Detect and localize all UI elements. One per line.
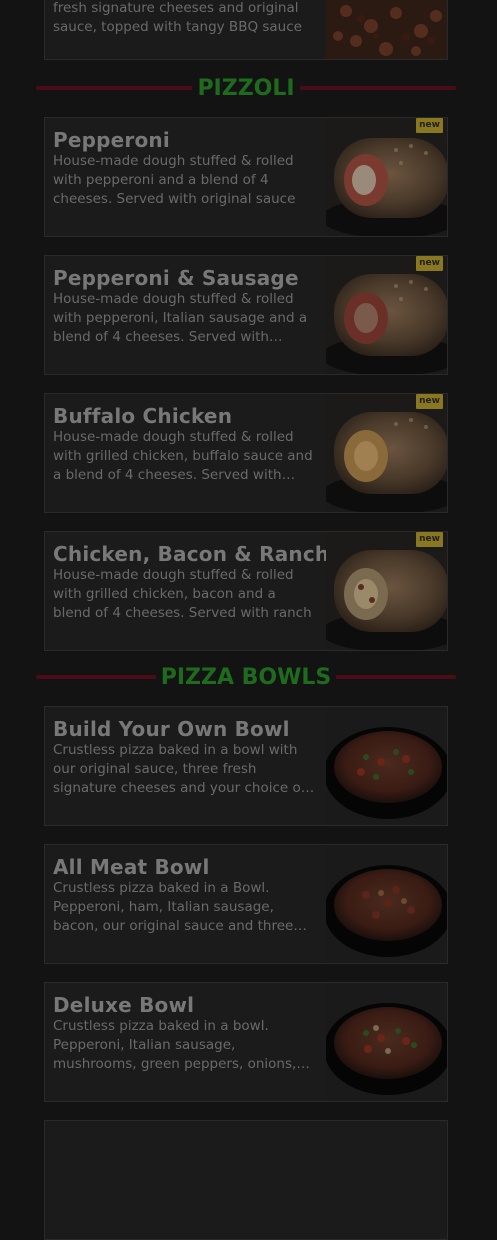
menu-item-card[interactable] xyxy=(44,1120,448,1240)
menu-item-title: Buffalo Chicken xyxy=(53,404,233,428)
menu-item-card[interactable]: Build Your Own Bowl Crustless pizza bake… xyxy=(44,706,448,826)
menu-item-description: fresh signature cheeses and original sau… xyxy=(53,0,302,35)
menu-item-title: Chicken, Bacon & Ranch xyxy=(53,542,330,566)
section-title: PIZZOLI xyxy=(192,76,300,101)
menu-item-image xyxy=(326,983,447,1101)
menu-item-title: All Meat Bowl xyxy=(53,855,210,879)
section-heading-pizzoli: PIZZOLI xyxy=(36,76,456,102)
menu-item-image xyxy=(326,394,447,512)
menu-item-card[interactable]: Pepperoni House-made dough stuffed & rol… xyxy=(44,117,448,237)
menu-item-description: House-made dough stuffed & rolled with g… xyxy=(53,567,312,621)
menu-item-image xyxy=(326,118,447,236)
new-badge: new xyxy=(416,256,443,271)
menu-item-card[interactable]: Deluxe Bowl Crustless pizza baked in a b… xyxy=(44,982,448,1102)
menu-item-card[interactable]: Buffalo Chicken House-made dough stuffed… xyxy=(44,393,448,513)
menu-item-title: Pepperoni & Sausage xyxy=(53,266,299,290)
menu-item-image xyxy=(326,845,447,963)
menu-item-image xyxy=(326,707,447,825)
menu-item-image xyxy=(326,256,447,374)
new-badge: new xyxy=(416,394,443,409)
menu-item-description: House-made dough stuffed & rolled with p… xyxy=(53,291,308,345)
menu-item-description: Crustless pizza baked in a bowl. Peppero… xyxy=(53,1018,297,1072)
menu-item-description: Crustless pizza baked in a bowl with our… xyxy=(53,742,306,796)
section-title: PIZZA BOWLS xyxy=(155,665,337,690)
menu-item-card[interactable]: Chicken, Bacon & Ranch House-made dough … xyxy=(44,531,448,651)
menu-item-title: Pepperoni xyxy=(53,128,170,152)
menu-item-title: Build Your Own Bowl xyxy=(53,717,290,741)
menu-item-title: Deluxe Bowl xyxy=(53,993,195,1017)
section-heading-pizza-bowls: PIZZA BOWLS xyxy=(36,665,456,691)
menu-item-image xyxy=(326,0,447,59)
menu-item-description: House-made dough stuffed & rolled with g… xyxy=(53,429,313,483)
menu-item-card[interactable]: fresh signature cheeses and original sau… xyxy=(44,0,448,60)
menu-item-card[interactable]: Pepperoni & Sausage House-made dough stu… xyxy=(44,255,448,375)
menu-item-description: House-made dough stuffed & rolled with p… xyxy=(53,153,296,207)
new-badge: new xyxy=(416,118,443,133)
menu-item-card[interactable]: All Meat Bowl Crustless pizza baked in a… xyxy=(44,844,448,964)
menu-item-image xyxy=(326,532,447,650)
new-badge: new xyxy=(416,532,443,547)
menu-item-description: Crustless pizza baked in a Bowl. Peppero… xyxy=(53,880,294,934)
